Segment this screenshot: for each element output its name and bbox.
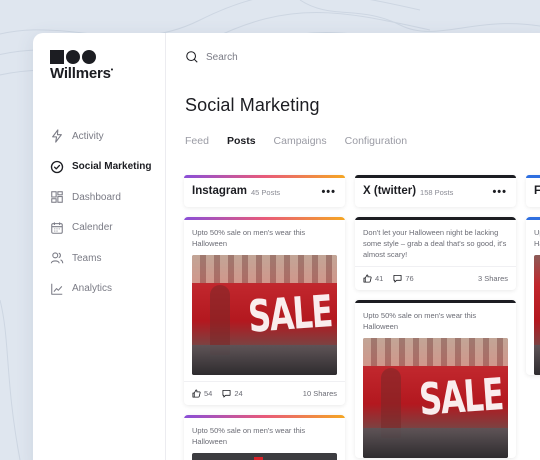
post-card[interactable]: Upto 50% sale on men's wear this Hallowe… (184, 217, 345, 405)
sidebar-item-label: Analytics (72, 283, 113, 295)
comments-count: 24 (234, 389, 243, 398)
bolt-icon (52, 129, 62, 143)
sidebar-item-label: Teams (72, 252, 102, 264)
tab-configuration[interactable]: Configuration (345, 135, 407, 147)
post-card[interactable]: Up Ha (526, 217, 540, 375)
likes-count: 54 (204, 389, 213, 398)
comments-metric[interactable]: 24 (222, 389, 243, 398)
more-menu-icon[interactable]: ••• (492, 186, 507, 198)
post-text: Don't let your Halloween night be lackin… (363, 228, 507, 259)
column-twitter: X (twitter) 158 Posts ••• Don't let your… (355, 175, 516, 458)
search-icon (186, 51, 198, 63)
tab-campaigns[interactable]: Campaigns (274, 135, 327, 147)
sidebar-item-label: Social Marketing (72, 161, 152, 173)
column-instagram: Instagram 45 Posts ••• Upto 50% sale on … (184, 175, 345, 460)
column-header: Instagram 45 Posts ••• (184, 175, 345, 207)
sidebar-item-analytics[interactable]: Analytics (50, 274, 170, 305)
post-text: Up Ha (534, 228, 540, 248)
sidebar-item-calender[interactable]: Calender (50, 213, 170, 244)
tab-posts[interactable]: Posts (227, 135, 256, 147)
search-bar[interactable]: Search (185, 50, 238, 64)
sidebar: Willmers• Activity Social Marketing Dash… (33, 33, 166, 460)
comments-metric[interactable]: 76 (393, 274, 414, 283)
column-title: X (twitter) (363, 185, 417, 197)
sale-photo[interactable] (534, 255, 540, 375)
accent-bar (184, 175, 345, 178)
post-text: Upto 50% sale on men's wear this Hallowe… (363, 311, 477, 331)
likes-count: 41 (375, 274, 384, 283)
tab-feed[interactable]: Feed (185, 135, 209, 147)
sidebar-item-label: Dashboard (72, 191, 121, 203)
search-input[interactable]: Search (206, 52, 238, 63)
column-facebook: Fa Up Ha (526, 175, 540, 375)
comments-count: 76 (405, 274, 414, 283)
thumbs-up-icon (363, 274, 372, 283)
sidebar-item-label: Calender (72, 222, 113, 234)
sidebar-item-teams[interactable]: Teams (50, 243, 170, 274)
post-stats: 41 76 3 Shares (355, 266, 516, 290)
calendar-icon (51, 222, 63, 234)
accent-bar (526, 175, 540, 178)
brand-name: Willmers• (50, 65, 114, 82)
column-header: Fa (526, 175, 540, 207)
accent-bar (355, 175, 516, 178)
sale-photo[interactable]: SALE (363, 338, 508, 458)
shares-count: 10 Shares (302, 389, 337, 398)
post-stats: 54 24 10 Shares (184, 381, 345, 405)
likes-metric[interactable]: 54 (192, 389, 212, 398)
sidebar-item-activity[interactable]: Activity (50, 121, 170, 152)
post-card[interactable]: Upto 50% sale on men's wear this Hallowe… (184, 415, 345, 460)
brand-logo[interactable]: Willmers• (50, 50, 113, 82)
chart-line-icon (51, 283, 63, 295)
app-window: Willmers• Activity Social Marketing Dash… (33, 33, 540, 460)
check-circle-icon (50, 160, 64, 173)
page-title: Social Marketing (185, 95, 320, 115)
post-card[interactable]: Upto 50% sale on men's wear this Hallowe… (355, 300, 516, 458)
more-menu-icon[interactable]: ••• (321, 186, 336, 198)
sidebar-item-dashboard[interactable]: Dashboard (50, 182, 170, 213)
tab-bar: Feed Posts Campaigns Configuration (185, 135, 425, 147)
shares-count: 3 Shares (477, 274, 508, 283)
sidebar-nav: Activity Social Marketing Dashboard Cale… (50, 121, 170, 304)
sidebar-item-label: Activity (72, 130, 104, 142)
dark-photo[interactable] (192, 453, 337, 460)
post-text: Upto 50% sale on men's wear this Hallowe… (192, 228, 306, 248)
likes-metric[interactable]: 41 (363, 274, 383, 283)
main-content: Search Social Marketing Feed Posts Campa… (167, 33, 540, 460)
post-text: Upto 50% sale on men's wear this Hallowe… (192, 426, 306, 446)
users-icon (50, 252, 64, 264)
post-count: 45 Posts (250, 187, 281, 197)
column-title: Instagram (192, 185, 247, 197)
post-card[interactable]: Don't let your Halloween night be lackin… (355, 217, 516, 290)
column-title: Fa (534, 185, 540, 197)
post-count: 158 Posts (420, 187, 454, 197)
comment-icon (222, 389, 231, 398)
thumbs-up-icon (192, 389, 201, 398)
sale-photo[interactable]: SALE (192, 255, 337, 375)
dashboard-grid-icon (51, 191, 63, 204)
comment-icon (393, 274, 402, 283)
column-header: X (twitter) 158 Posts ••• (355, 175, 516, 207)
logo-mark-icon (50, 50, 113, 64)
sidebar-item-social-marketing[interactable]: Social Marketing (50, 152, 170, 183)
